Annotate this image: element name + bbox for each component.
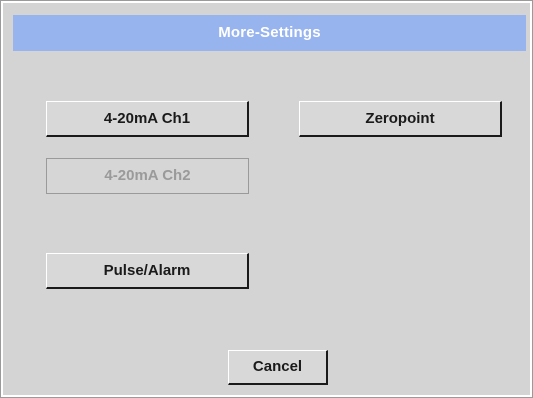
more-settings-dialog: More-Settings 4-20mA Ch1 Zeropoint 4-20m… — [0, 0, 533, 398]
pulse-alarm-button[interactable]: Pulse/Alarm — [46, 253, 249, 289]
ch1-4-20ma-button[interactable]: 4-20mA Ch1 — [46, 101, 249, 137]
dialog-title: More-Settings — [13, 15, 526, 51]
zeropoint-button[interactable]: Zeropoint — [299, 101, 502, 137]
cancel-button[interactable]: Cancel — [228, 350, 328, 385]
ch2-4-20ma-button: 4-20mA Ch2 — [46, 158, 249, 194]
